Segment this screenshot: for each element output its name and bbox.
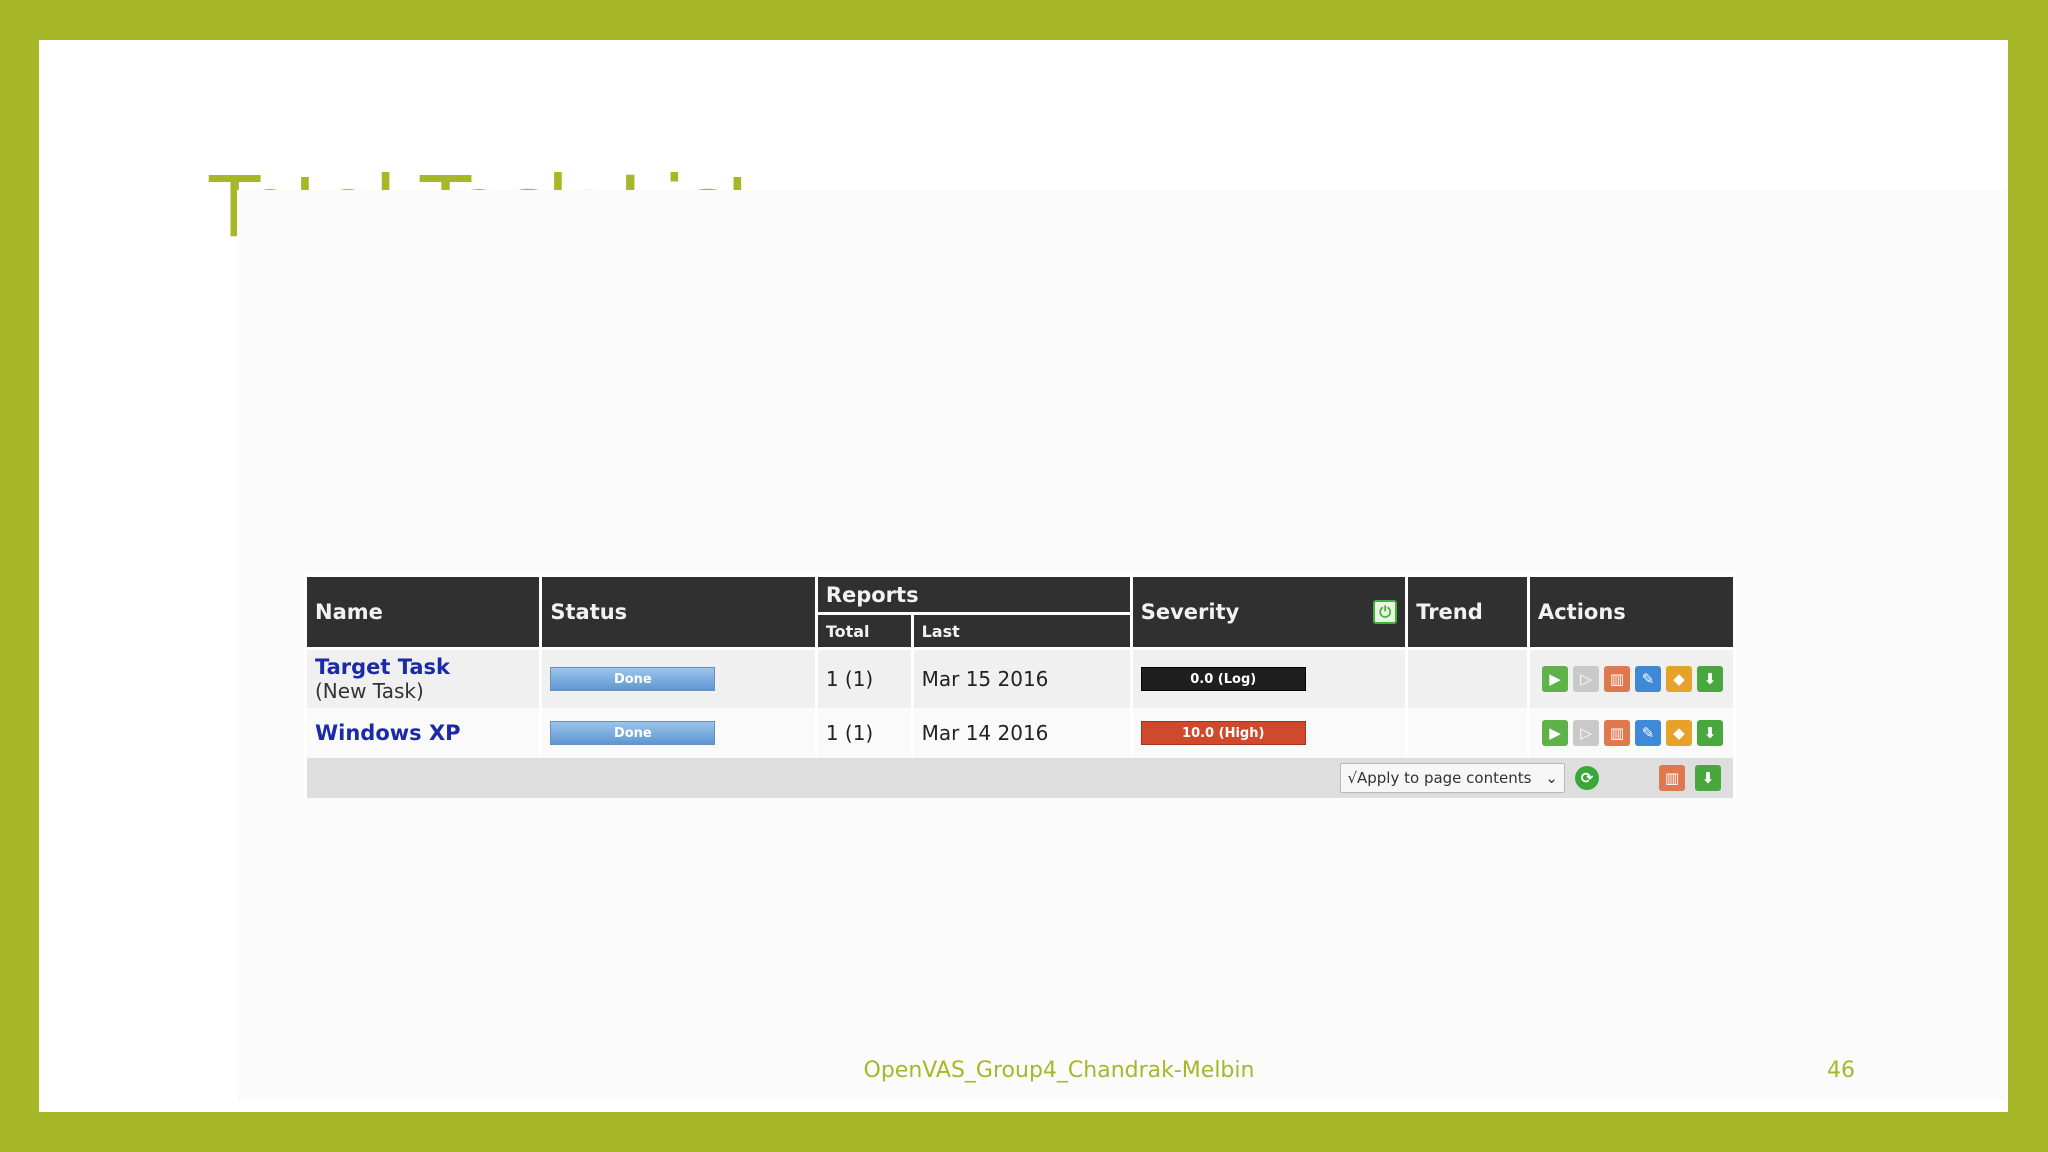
- start-icon[interactable]: ▶: [1542, 666, 1568, 692]
- task-table: Name Status Reports Severity ⏻ Trend Act…: [303, 574, 1737, 798]
- reports-last[interactable]: Mar 15 2016: [910, 648, 1133, 708]
- bulk-actions-cell: √Apply to page contents ⌄ ⟳ ▥ ⬇: [304, 758, 1736, 798]
- table-row: Target Task (New Task) Done 1 (1) Mar 15…: [303, 648, 1737, 708]
- task-name-cell: Target Task (New Task): [303, 648, 543, 708]
- column-header-actions: Actions: [1526, 574, 1737, 650]
- page-number: 46: [1827, 1058, 1855, 1083]
- status-progress-bar: Done: [550, 667, 716, 691]
- column-header-reports-total[interactable]: Total: [814, 612, 914, 650]
- resume-icon: ▷: [1573, 666, 1599, 692]
- trend-cell: [1405, 708, 1530, 758]
- severity-cell: 0.0 (Log): [1129, 648, 1409, 708]
- table-footer: √Apply to page contents ⌄ ⟳ ▥ ⬇: [304, 758, 1736, 798]
- bulk-download-icon[interactable]: ⬇: [1695, 765, 1721, 791]
- table-row: Windows XP Done 1 (1) Mar 14 2016 10.0 (…: [303, 708, 1737, 758]
- resume-icon: ▷: [1573, 720, 1599, 746]
- start-icon[interactable]: ▶: [1542, 720, 1568, 746]
- column-header-reports: Reports: [814, 574, 1133, 615]
- edit-icon[interactable]: ✎: [1635, 720, 1661, 746]
- task-name-link[interactable]: Target Task: [315, 655, 450, 679]
- status-cell: Done: [539, 708, 818, 758]
- trash-icon[interactable]: ▥: [1604, 666, 1630, 692]
- task-comment: (New Task): [315, 679, 424, 703]
- slide-footer: OpenVAS_Group4_Chandrak-Melbin: [863, 1058, 1255, 1083]
- edit-icon[interactable]: ✎: [1635, 666, 1661, 692]
- reports-total[interactable]: 1 (1): [814, 708, 914, 758]
- severity-cell: 10.0 (High): [1129, 708, 1409, 758]
- download-icon[interactable]: ⬇: [1697, 720, 1723, 746]
- severity-bar: 10.0 (High): [1140, 721, 1306, 745]
- chevron-down-icon: ⌄: [1545, 769, 1558, 787]
- apply-to-select-value: √Apply to page contents: [1347, 769, 1532, 787]
- task-name-link[interactable]: Windows XP: [315, 721, 461, 745]
- export-icon[interactable]: ◆: [1666, 666, 1692, 692]
- bulk-trash-icon[interactable]: ▥: [1659, 765, 1685, 791]
- slide: Total Task List Name Status Reports Seve…: [39, 40, 2008, 1112]
- task-name-cell: Windows XP: [303, 708, 543, 758]
- reports-total[interactable]: 1 (1): [814, 648, 914, 708]
- column-header-status[interactable]: Status: [539, 574, 818, 650]
- export-icon[interactable]: ◆: [1666, 720, 1692, 746]
- status-cell: Done: [539, 648, 818, 708]
- refresh-icon[interactable]: ⟳: [1575, 766, 1599, 790]
- column-header-reports-last[interactable]: Last: [910, 612, 1133, 650]
- actions-cell: ▶ ▷ ▥ ✎ ◆ ⬇: [1526, 708, 1737, 758]
- apply-to-select[interactable]: √Apply to page contents ⌄: [1340, 763, 1565, 793]
- trash-icon[interactable]: ▥: [1604, 720, 1630, 746]
- severity-label: Severity: [1140, 600, 1240, 624]
- severity-bar: 0.0 (Log): [1140, 667, 1306, 691]
- power-icon[interactable]: ⏻: [1373, 600, 1398, 624]
- reports-last[interactable]: Mar 14 2016: [910, 708, 1133, 758]
- column-header-name[interactable]: Name: [303, 574, 543, 650]
- actions-cell: ▶ ▷ ▥ ✎ ◆ ⬇: [1526, 648, 1737, 708]
- column-header-severity[interactable]: Severity ⏻: [1129, 574, 1409, 650]
- status-progress-bar: Done: [550, 721, 716, 745]
- column-header-trend: Trend: [1405, 574, 1530, 650]
- download-icon[interactable]: ⬇: [1697, 666, 1723, 692]
- trend-cell: [1405, 648, 1530, 708]
